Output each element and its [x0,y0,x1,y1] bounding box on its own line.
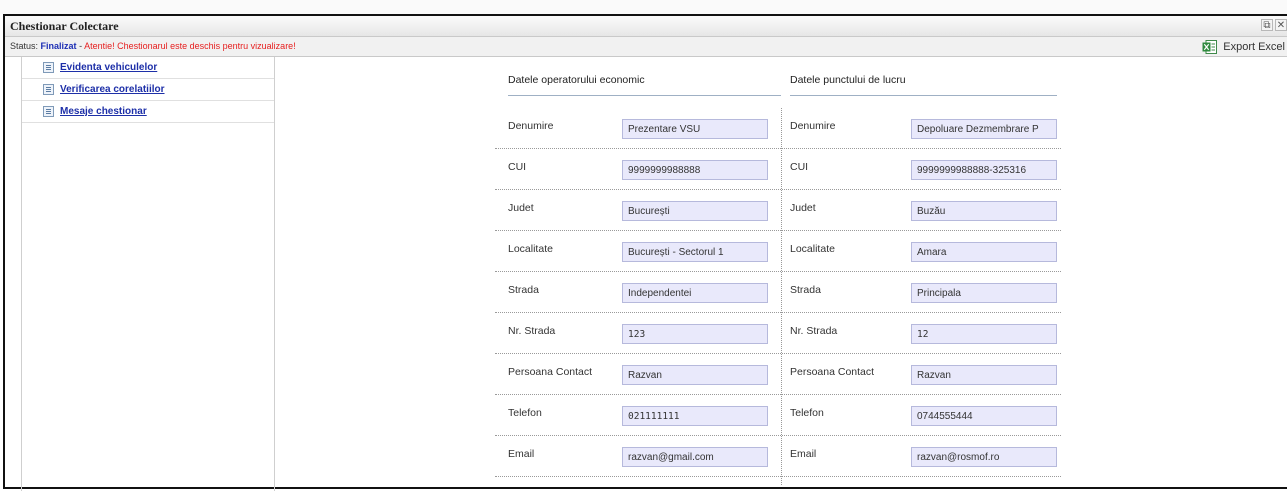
operator-strada-field[interactable]: Independentei [622,283,768,303]
field-label: Judet [508,202,534,214]
sidebar-item-mesaje-chestionar[interactable]: Mesaje chestionar [22,101,274,123]
status-separator: - [79,41,83,51]
sidebar: Evidenta vehiculelor Verificarea corelat… [21,57,275,491]
field-label: Judet [790,202,816,214]
form-row-telefon: Telefon 021111111 Telefon 0744555444 [495,395,1061,436]
field-label: Nr. Strada [790,325,838,337]
workpoint-judet-field[interactable]: Buzău [911,201,1057,221]
workpoint-section-header: Datele punctului de lucru [790,74,1057,96]
window-titlebar[interactable]: Chestionar Colectare ⧉ ✕ [5,16,1287,37]
operator-telefon-field[interactable]: 021111111 [622,406,768,426]
operator-localitate-field[interactable]: București - Sectorul 1 [622,242,768,262]
operator-persoana-contact-field[interactable]: Razvan [622,365,768,385]
form-row-judet: Judet București Judet Buzău [495,190,1061,231]
field-label: Denumire [508,120,554,132]
field-label: Persoana Contact [790,366,875,378]
field-label: Telefon [790,407,824,419]
document-icon [43,62,54,73]
workpoint-nr-strada-field[interactable]: 12 [911,324,1057,344]
sidebar-item-label: Verificarea corelatiilor [60,84,165,95]
document-icon [43,84,54,95]
sidebar-item-evidenta-vehiculelor[interactable]: Evidenta vehiculelor [22,57,274,79]
form-row-email: Email razvan@gmail.com Email razvan@rosm… [495,436,1061,477]
field-label: Strada [508,284,539,296]
operator-section-header: Datele operatorului economic [508,74,781,96]
form-row-cui: CUI 9999999988888 CUI 9999999988888-3253… [495,149,1061,190]
column-divider [781,108,782,485]
status-label: Status: [10,41,39,51]
workpoint-persoana-contact-field[interactable]: Razvan [911,365,1057,385]
field-label: CUI [508,161,527,173]
form-row-localitate: Localitate București - Sectorul 1 Locali… [495,231,1061,272]
field-label: Email [508,448,535,460]
form-row-nr-strada: Nr. Strada 123 Nr. Strada 12 [495,313,1061,354]
document-icon [43,106,54,117]
field-label: Nr. Strada [508,325,556,337]
field-label: Localitate [790,243,835,255]
status-value: Finalizat [40,41,77,51]
field-label: Strada [790,284,821,296]
operator-denumire-field[interactable]: Prezentare VSU [622,119,768,139]
top-clipped-caption [0,0,1287,14]
sidebar-item-label: Evidenta vehiculelor [60,62,158,73]
field-label: Denumire [790,120,836,132]
workpoint-email-field[interactable]: razvan@rosmof.ro [911,447,1057,467]
status-warning: Atentie! Chestionarul este deschis pentr… [84,41,296,51]
workpoint-denumire-field[interactable]: Depoluare Dezmembrare P [911,119,1057,139]
restore-icon[interactable]: ⧉ [1261,19,1273,31]
form-row-strada: Strada Independentei Strada Principala [495,272,1061,313]
status-bar: Status: Finalizat - Atentie! Chestionaru… [5,37,1287,57]
export-excel-button[interactable]: Export Excel [1202,38,1285,55]
workpoint-localitate-field[interactable]: Amara [911,242,1057,262]
form-row-persoana-contact: Persoana Contact Razvan Persoana Contact… [495,354,1061,395]
close-icon[interactable]: ✕ [1275,19,1287,31]
excel-icon [1202,39,1218,54]
field-label: Localitate [508,243,553,255]
form-row-denumire: Denumire Prezentare VSU Denumire Depolua… [495,108,1061,149]
workpoint-strada-field[interactable]: Principala [911,283,1057,303]
operator-nr-strada-field[interactable]: 123 [622,324,768,344]
sidebar-item-label: Mesaje chestionar [60,106,147,117]
field-label: Telefon [508,407,542,419]
operator-judet-field[interactable]: București [622,201,768,221]
operator-cui-field[interactable]: 9999999988888 [622,160,768,180]
workpoint-telefon-field[interactable]: 0744555444 [911,406,1057,426]
export-excel-label: Export Excel [1223,40,1285,53]
operator-email-field[interactable]: razvan@gmail.com [622,447,768,467]
field-label: Email [790,448,817,460]
field-label: CUI [790,161,809,173]
window-title: Chestionar Colectare [10,19,119,33]
workpoint-cui-field[interactable]: 9999999988888-325316 [911,160,1057,180]
sidebar-item-verificarea-corelatiilor[interactable]: Verificarea corelatiilor [22,79,274,101]
field-label: Persoana Contact [508,366,593,378]
